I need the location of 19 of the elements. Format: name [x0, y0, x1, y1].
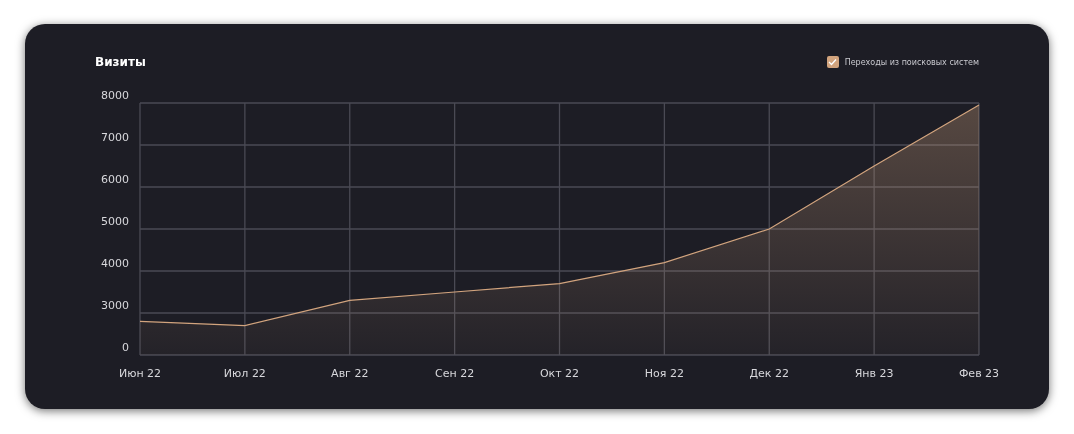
- y-axis-label: 4000: [101, 257, 129, 270]
- x-axis-label: Июн 22: [118, 367, 162, 380]
- y-axis-label: 0: [122, 341, 129, 354]
- x-axis-label: Авг 22: [331, 367, 369, 380]
- legend-label: Переходы из поисковых систем: [844, 57, 979, 67]
- y-axis-label: 8000: [101, 89, 129, 102]
- x-axis-label: Ноя 22: [644, 367, 684, 380]
- x-axis-label: Июл 22: [223, 367, 266, 380]
- y-axis-label: 7000: [101, 131, 129, 144]
- chart-title: Визиты: [95, 55, 146, 69]
- x-axis-label: Окт 22: [539, 367, 580, 380]
- legend-checkbox[interactable]: [826, 56, 839, 68]
- y-axis-label: 6000: [101, 173, 129, 186]
- x-axis-label: Сен 22: [435, 367, 475, 380]
- x-axis-label: Дек 22: [749, 367, 789, 380]
- x-axis-label: Янв 23: [854, 367, 894, 380]
- x-axis-label: Фев 23: [958, 367, 1000, 380]
- y-axis-label: 5000: [101, 215, 129, 228]
- y-axis-label: 3000: [101, 299, 129, 312]
